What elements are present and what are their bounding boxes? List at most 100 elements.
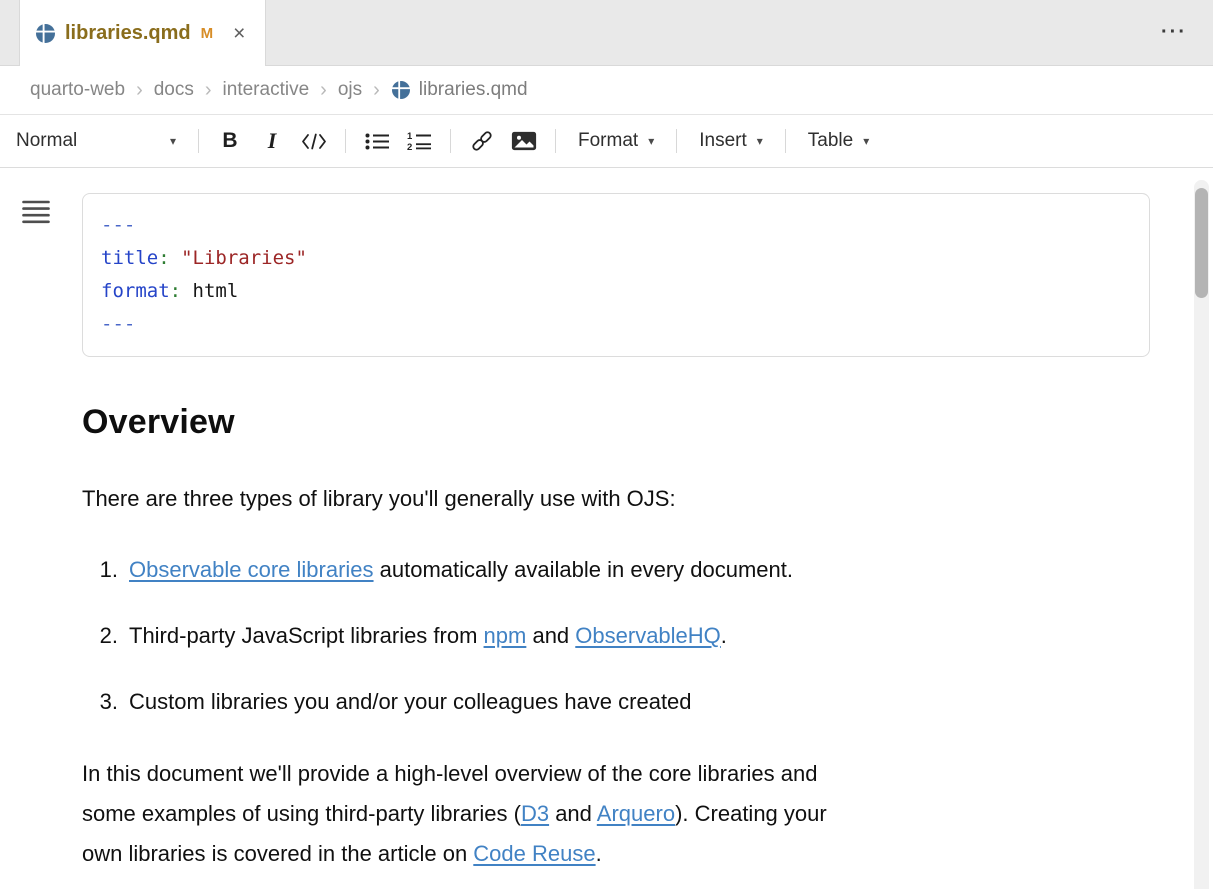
link-observable-core-libraries[interactable]: Observable core libraries <box>129 557 374 582</box>
yaml-delimiter-line: --- <box>101 209 1131 242</box>
paragraph-line: some examples of using third-party libra… <box>82 794 1150 834</box>
insert-menu-label: Insert <box>699 130 747 152</box>
breadcrumb-item-quarto-web[interactable]: quarto-web <box>30 79 125 101</box>
bulleted-list-icon <box>365 132 390 151</box>
closing-paragraph[interactable]: In this document we'll provide a high-le… <box>82 754 1150 874</box>
text-run: Third-party JavaScript libraries from <box>129 623 484 648</box>
list-item-text: Observable core libraries automatically … <box>129 553 793 586</box>
bold-button[interactable]: B <box>209 122 251 160</box>
table-menu[interactable]: Table ▾ <box>796 124 881 158</box>
link-arquero[interactable]: Arquero <box>597 801 675 826</box>
yaml-plain-value: html <box>193 280 239 302</box>
text-run: . <box>596 841 602 866</box>
close-tab-icon[interactable]: × <box>233 23 245 44</box>
quarto-logo-icon <box>392 81 410 99</box>
yaml-string-value: "Libraries" <box>181 247 307 269</box>
tab-libraries-qmd[interactable]: libraries.qmd M × <box>19 0 266 66</box>
breadcrumb-item-ojs[interactable]: ojs <box>338 79 362 101</box>
text-run: automatically available in every documen… <box>374 557 793 582</box>
text-run: some examples of using third-party libra… <box>82 801 521 826</box>
image-button[interactable] <box>503 122 545 160</box>
yaml-title-line: title: "Libraries" <box>101 242 1131 275</box>
toolbar-separator <box>785 129 786 153</box>
yaml-colon: : <box>158 247 169 269</box>
svg-text:2: 2 <box>407 142 412 151</box>
chevron-down-icon: ▾ <box>170 134 176 148</box>
list-marker: 2. <box>82 619 118 652</box>
link-npm[interactable]: npm <box>484 623 527 648</box>
yaml-colon: : <box>170 280 181 302</box>
breadcrumb-separator: › <box>125 79 154 102</box>
italic-button[interactable]: I <box>251 122 293 160</box>
intro-paragraph[interactable]: There are three types of library you'll … <box>82 482 1150 515</box>
breadcrumb-separator: › <box>194 79 223 102</box>
chevron-down-icon: ▾ <box>863 134 869 148</box>
scrollbar[interactable] <box>1194 180 1209 889</box>
text-run: and <box>526 623 575 648</box>
scrollbar-thumb[interactable] <box>1195 188 1208 298</box>
list-item-1[interactable]: 1. Observable core libraries automaticall… <box>82 553 1150 586</box>
list-marker: 1. <box>82 553 118 586</box>
image-icon <box>511 131 537 151</box>
text-run: own libraries is covered in the article … <box>82 841 473 866</box>
chevron-down-icon: ▾ <box>757 134 763 148</box>
text-run: Custom libraries you and/or your colleag… <box>129 689 692 714</box>
breadcrumb-separator: › <box>362 79 391 102</box>
breadcrumb-separator: › <box>309 79 338 102</box>
quarto-visual-editor: libraries.qmd M × ··· quarto-web › docs … <box>0 0 1213 889</box>
breadcrumb-item-interactive[interactable]: interactive <box>223 79 310 101</box>
tab-bar-empty-space <box>266 0 1161 65</box>
bulleted-list-button[interactable] <box>356 122 398 160</box>
breadcrumb: quarto-web › docs › interactive › ojs › … <box>0 66 1213 114</box>
toolbar-separator <box>676 129 677 153</box>
list-item-text: Third-party JavaScript libraries from np… <box>129 619 727 652</box>
yaml-delimiter-line: --- <box>101 308 1131 341</box>
numbered-list: 1. Observable core libraries automaticall… <box>82 553 1150 718</box>
toolbar-separator <box>345 129 346 153</box>
yaml-delimiter: --- <box>101 214 135 236</box>
numbered-list-button[interactable]: 1 2 <box>398 122 440 160</box>
text-run: In this document we'll provide a high-le… <box>82 761 817 786</box>
toolbar-separator <box>198 129 199 153</box>
yaml-key: title <box>101 247 158 269</box>
list-item-3[interactable]: 3.Custom libraries you and/or your colle… <box>82 685 1150 718</box>
yaml-format-line: format: html <box>101 275 1131 308</box>
link-button[interactable] <box>461 122 503 160</box>
heading-overview[interactable]: Overview <box>82 403 1150 442</box>
breadcrumb-item-docs[interactable]: docs <box>154 79 194 101</box>
toolbar-separator <box>555 129 556 153</box>
breadcrumb-current-file: libraries.qmd <box>419 79 528 101</box>
list-item-2[interactable]: 2. Third-party JavaScript libraries from … <box>82 619 1150 652</box>
editor-content[interactable]: --- title:"Libraries" format:html --- Ov… <box>0 168 1213 889</box>
text-run: . <box>721 623 727 648</box>
insert-menu[interactable]: Insert ▾ <box>687 124 775 158</box>
more-options-button[interactable]: ··· <box>1161 21 1187 44</box>
link-d3[interactable]: D3 <box>521 801 549 826</box>
numbered-list-icon: 1 2 <box>407 131 432 151</box>
tab-title: libraries.qmd <box>65 22 191 45</box>
yaml-key: format <box>101 280 170 302</box>
block-drag-handle-icon[interactable] <box>22 200 50 229</box>
code-button[interactable] <box>293 122 335 160</box>
toolbar-separator <box>450 129 451 153</box>
editor-tab-bar: libraries.qmd M × ··· <box>0 0 1213 66</box>
link-observablehq[interactable]: ObservableHQ <box>575 623 721 648</box>
format-menu-label: Format <box>578 130 638 152</box>
modified-indicator: M <box>201 25 214 42</box>
formatting-toolbar: Normal ▾ B I 1 <box>0 114 1213 168</box>
text-run: and <box>549 801 597 826</box>
text-run: ). Creating your <box>675 801 827 826</box>
table-menu-label: Table <box>808 130 853 152</box>
paragraph-style-dropdown[interactable]: Normal ▾ <box>12 124 188 158</box>
chevron-down-icon: ▾ <box>648 134 654 148</box>
yaml-metadata-block[interactable]: --- title:"Libraries" format:html --- <box>82 193 1150 357</box>
paragraph-line: own libraries is covered in the article … <box>82 834 1150 874</box>
link-icon <box>470 129 494 153</box>
format-menu[interactable]: Format ▾ <box>566 124 666 158</box>
link-code-reuse[interactable]: Code Reuse <box>473 841 595 866</box>
yaml-delimiter: --- <box>101 313 135 335</box>
paragraph-line: In this document we'll provide a high-le… <box>82 754 1150 794</box>
paragraph-style-value: Normal <box>16 130 77 152</box>
quarto-logo-icon <box>36 24 55 43</box>
svg-text:1: 1 <box>407 131 413 142</box>
